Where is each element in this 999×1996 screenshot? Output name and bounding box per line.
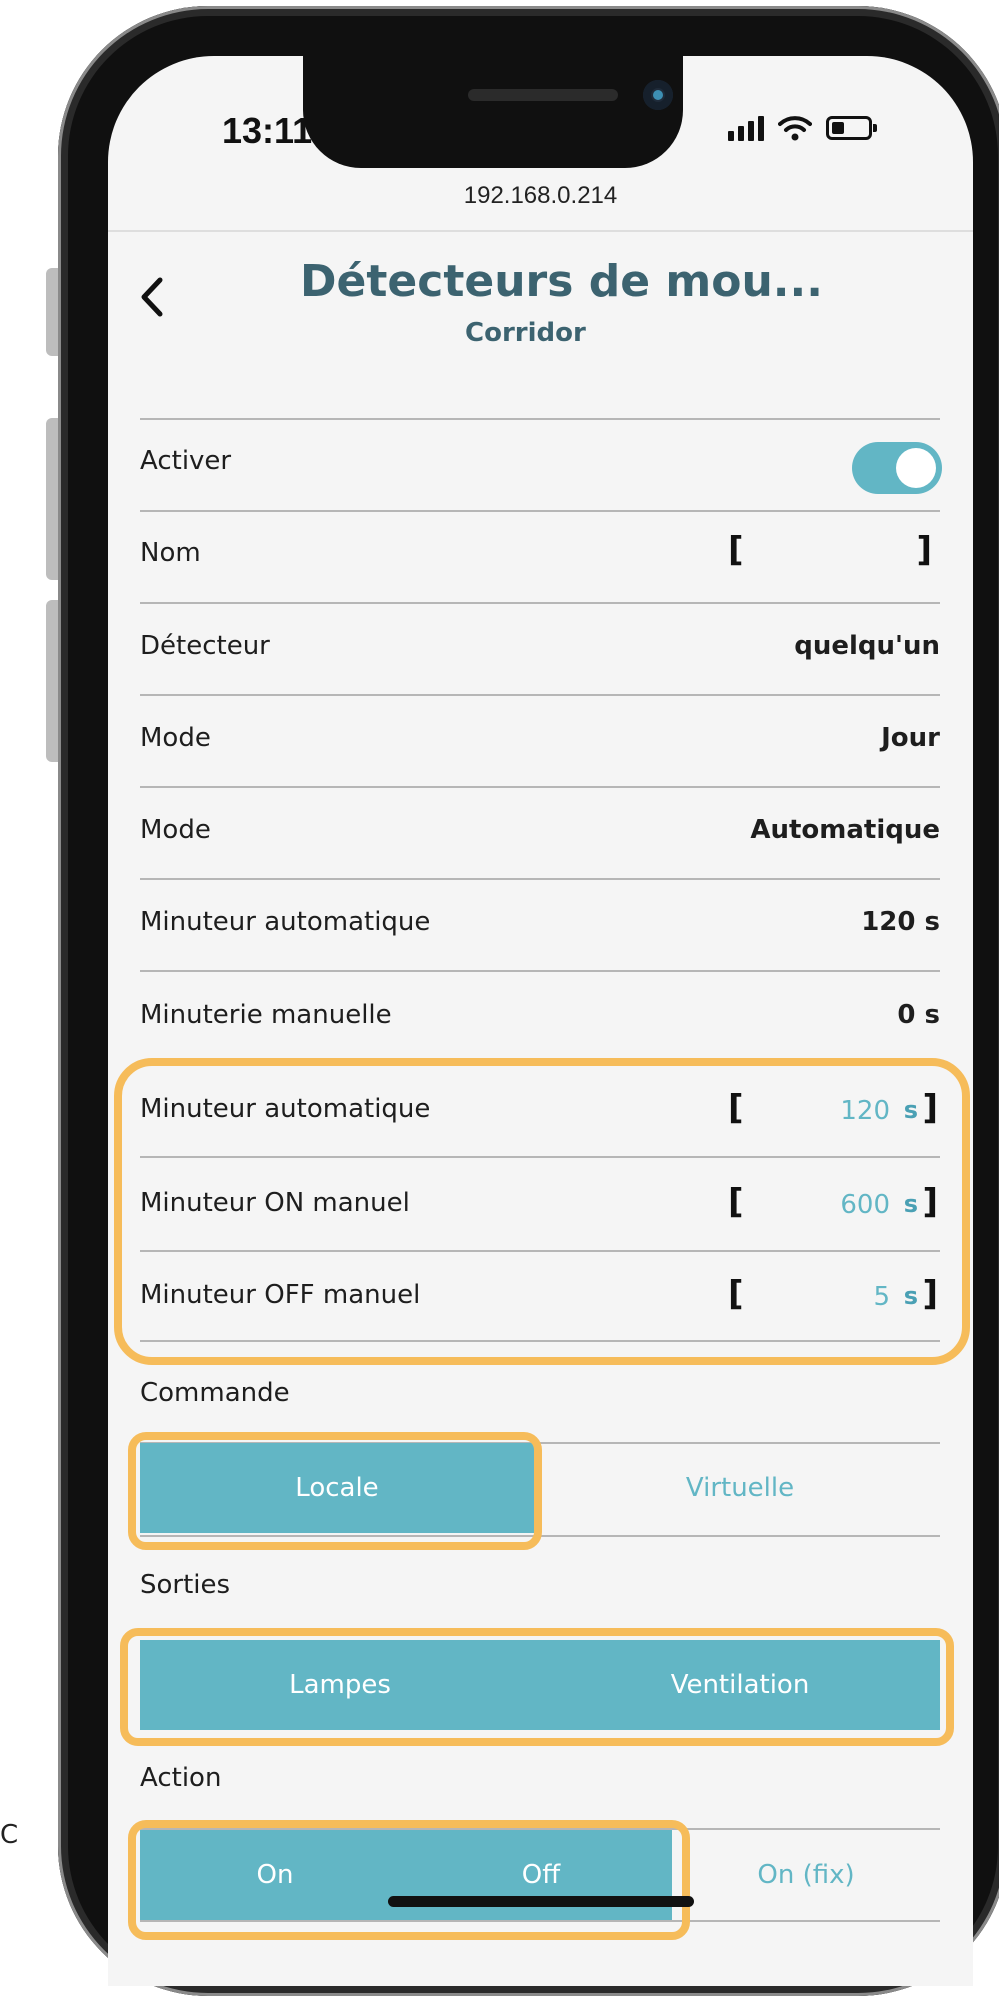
timer-group-highlight: [114, 1058, 970, 1365]
stray-character: C: [0, 1820, 19, 1850]
commande-virtuelle-button[interactable]: Virtuelle: [540, 1443, 940, 1533]
divider: [140, 418, 940, 420]
volume-down-button: [46, 600, 58, 762]
front-camera: [643, 80, 673, 110]
mode-label: Mode: [140, 723, 211, 753]
url-bar[interactable]: 192.168.0.214: [108, 182, 973, 210]
page-subtitle: Corridor: [465, 318, 586, 348]
minuterie-manuelle-label: Minuterie manuelle: [140, 1000, 392, 1030]
wifi-icon: [778, 116, 812, 141]
activer-label: Activer: [140, 446, 232, 476]
speaker-grille: [468, 89, 618, 101]
commande-highlight: [128, 1432, 542, 1550]
sorties-label: Sorties: [140, 1570, 231, 1600]
mode-value: Jour: [881, 723, 940, 753]
volume-up-button: [46, 418, 58, 580]
bracket-open: [: [728, 530, 744, 570]
commande-label: Commande: [140, 1378, 290, 1408]
mode-value: Automatique: [750, 815, 940, 845]
status-icons: [728, 115, 877, 141]
back-chevron-icon[interactable]: [136, 272, 168, 322]
nom-input[interactable]: [ ]: [720, 530, 940, 580]
divider: [108, 230, 973, 232]
divider: [140, 602, 940, 604]
divider: [140, 970, 940, 972]
activer-toggle[interactable]: [852, 442, 942, 494]
action-label: Action: [140, 1763, 222, 1793]
divider: [140, 878, 940, 880]
status-time: 13:11: [222, 110, 313, 151]
mute-switch: [46, 268, 58, 356]
mode-label: Mode: [140, 815, 211, 845]
divider: [140, 694, 940, 696]
minuteur-auto-value: 120 s: [861, 907, 940, 937]
action-on-fix-button[interactable]: On (fix): [672, 1830, 940, 1920]
page-title: Détecteurs de mou...: [300, 256, 823, 307]
detecteur-label: Détecteur: [140, 631, 270, 661]
action-highlight: [128, 1820, 690, 1940]
battery-icon: [826, 116, 877, 140]
sorties-highlight: [120, 1628, 954, 1746]
nom-label: Nom: [140, 538, 201, 568]
detecteur-value: quelqu'un: [794, 631, 940, 661]
notch: [303, 56, 683, 168]
divider: [140, 510, 940, 512]
minuterie-manuelle-value: 0 s: [897, 1000, 940, 1030]
signal-icon: [728, 115, 764, 141]
minuteur-auto-label: Minuteur automatique: [140, 907, 431, 937]
divider: [140, 786, 940, 788]
home-indicator: [388, 1896, 694, 1907]
bracket-close: ]: [916, 530, 932, 570]
